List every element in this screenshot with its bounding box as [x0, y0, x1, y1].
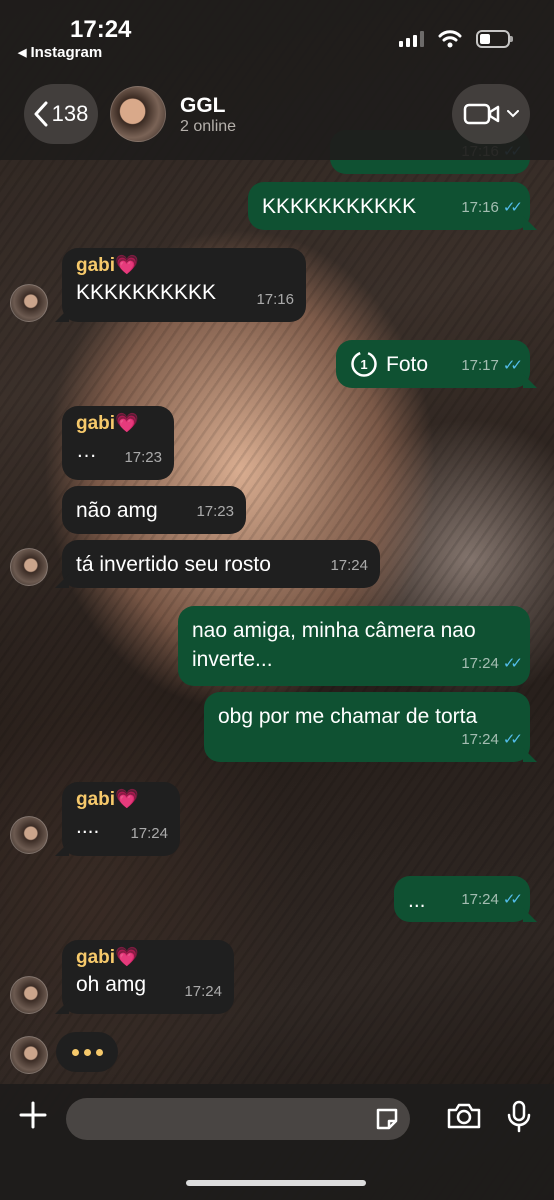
back-to-app-link[interactable]: ◀ Instagram — [18, 44, 102, 61]
read-receipt-icon: ✓✓ — [502, 891, 523, 908]
chevron-left-icon — [34, 101, 48, 127]
svg-text:1: 1 — [360, 357, 367, 372]
message-time: 17:24 — [461, 731, 499, 748]
message-bubble-view-once-photo[interactable]: 1 Foto 17:17 ✓✓ — [336, 340, 530, 388]
back-button[interactable]: 138 — [24, 84, 98, 144]
message-bubble-outgoing[interactable]: nao amiga, minha câmera nao inverte... 1… — [178, 606, 530, 686]
message-time: 17:17 — [461, 357, 499, 374]
message-bubble-incoming[interactable]: gabi💗 oh amg 17:24 — [62, 940, 234, 1014]
status-icons — [399, 30, 513, 48]
message-bubble-incoming[interactable]: gabi💗 … 17:23 — [62, 406, 174, 480]
message-text: KKKKKKKKKKK — [262, 195, 417, 218]
status-time: 17:24 — [70, 16, 132, 43]
typing-dot — [83, 1048, 91, 1056]
message-bubble-incoming[interactable]: tá invertido seu rosto 17:24 — [62, 540, 380, 588]
message-time: 17:24 — [330, 557, 368, 574]
back-triangle-icon: ◀ — [18, 47, 27, 59]
message-text: Foto — [386, 352, 429, 376]
group-online-status: 2 online — [180, 118, 237, 135]
sender-avatar[interactable] — [10, 1036, 48, 1074]
message-time: 17:16 — [256, 291, 294, 308]
message-time: 17:23 — [124, 449, 162, 466]
unread-count: 138 — [51, 101, 89, 126]
group-avatar[interactable] — [110, 86, 166, 142]
message-bubble-incoming[interactable]: não amg 17:23 — [62, 486, 246, 534]
message-text: ... — [408, 889, 426, 912]
sender-avatar[interactable] — [10, 816, 48, 854]
camera-icon[interactable] — [446, 1102, 482, 1130]
sender-avatar[interactable] — [10, 548, 48, 586]
typing-dot — [95, 1048, 103, 1056]
message-bubble-incoming[interactable]: gabi💗 .... 17:24 — [62, 782, 180, 856]
sender-name[interactable]: gabi💗 — [76, 412, 160, 436]
read-receipt-icon: ✓✓ — [502, 655, 523, 672]
cellular-signal-icon — [399, 31, 424, 47]
sender-avatar[interactable] — [10, 284, 48, 322]
message-time: 17:24 — [461, 655, 499, 672]
message-input[interactable] — [66, 1098, 410, 1140]
message-text: nao amiga, minha câmera nao inverte... — [192, 619, 476, 671]
message-text: … — [76, 439, 97, 462]
back-app-label: Instagram — [30, 44, 103, 61]
sender-name[interactable]: gabi💗 — [76, 788, 166, 812]
typing-dot — [71, 1048, 79, 1056]
message-text: .... — [76, 815, 100, 838]
message-time: 17:24 — [130, 825, 168, 842]
typing-indicator — [56, 1032, 118, 1072]
message-bubble-outgoing[interactable]: ... 17:24 ✓✓ — [394, 876, 530, 922]
chevron-down-icon — [507, 110, 519, 118]
message-bubble-incoming[interactable]: gabi💗 KKKKKKKKKK 17:16 — [62, 248, 306, 322]
message-time: 17:24 — [184, 983, 222, 1000]
group-name[interactable]: GGL — [180, 94, 226, 118]
video-camera-icon — [463, 103, 500, 125]
read-receipt-icon: ✓✓ — [502, 357, 523, 374]
microphone-icon[interactable] — [506, 1100, 532, 1134]
message-text: não amg — [76, 499, 158, 522]
sender-avatar[interactable] — [10, 976, 48, 1014]
read-receipt-icon: ✓✓ — [502, 731, 523, 748]
sender-name[interactable]: gabi💗 — [76, 946, 220, 970]
battery-icon — [476, 30, 513, 48]
message-bubble-outgoing[interactable]: KKKKKKKKKKK 17:16 ✓✓ — [248, 182, 530, 230]
video-call-button[interactable] — [452, 84, 530, 144]
sender-name[interactable]: gabi💗 — [76, 254, 292, 278]
home-indicator — [186, 1180, 366, 1186]
read-receipt-icon: ✓✓ — [502, 199, 523, 216]
plus-icon[interactable] — [18, 1100, 48, 1130]
sticker-icon[interactable] — [374, 1106, 400, 1132]
message-text: tá invertido seu rosto — [76, 553, 271, 576]
message-time: 17:24 — [461, 891, 499, 908]
message-text: oh amg — [76, 973, 147, 996]
message-text: KKKKKKKKKK — [76, 281, 217, 304]
chat-header: 17:24 ◀ Instagram 138 GGL 2 online — [0, 0, 554, 160]
wallpaper-texture — [0, 0, 554, 1200]
message-bubble-outgoing[interactable]: obg por me chamar de torta 17:24 ✓✓ — [204, 692, 530, 762]
message-time: 17:23 — [196, 503, 234, 520]
wifi-icon — [438, 30, 462, 48]
message-text: obg por me chamar de torta — [218, 705, 478, 728]
message-time: 17:16 — [461, 199, 499, 216]
view-once-icon: 1 — [351, 351, 377, 377]
